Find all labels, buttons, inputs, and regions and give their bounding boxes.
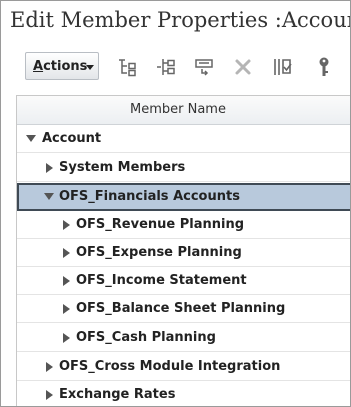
tree-row-label: OFS_Income Statement <box>76 273 247 288</box>
column-header-member-name[interactable]: Member Name <box>17 96 350 125</box>
delete-icon[interactable] <box>232 56 254 78</box>
actions-label-mnemonic: A <box>33 59 44 74</box>
add-child-icon[interactable] <box>117 56 139 78</box>
expand-triangle-icon[interactable] <box>63 220 70 230</box>
tree-row-exchange-rates[interactable]: Exchange Rates <box>17 381 350 406</box>
tree-row-label: OFS_Expense Planning <box>76 245 242 260</box>
expand-triangle-icon[interactable] <box>63 333 70 343</box>
expand-triangle-icon[interactable] <box>63 248 70 258</box>
key-icon[interactable] <box>313 56 335 78</box>
tree-row-ofs-cross-module-integration[interactable]: OFS_Cross Module Integration <box>17 353 350 381</box>
tree-row-label: OFS_Financials Accounts <box>59 189 240 204</box>
tree-row-ofs-balance-sheet-planning[interactable]: OFS_Balance Sheet Planning <box>17 295 350 323</box>
tree-row-ofs-financials-accounts[interactable]: OFS_Financials Accounts <box>17 183 350 211</box>
tree-row-label: OFS_Cross Module Integration <box>59 359 281 374</box>
actions-menu-button[interactable]: Actions <box>25 52 99 80</box>
column-header-label: Member Name <box>130 102 226 117</box>
tree-row-account[interactable]: Account <box>17 125 350 153</box>
tree-row-label: Account <box>42 131 102 146</box>
tree-row-label: Exchange Rates <box>59 387 176 402</box>
expand-triangle-icon[interactable] <box>46 163 53 173</box>
chevron-down-icon <box>86 65 94 70</box>
collapse-triangle-icon[interactable] <box>44 193 54 200</box>
tree-row-label: OFS_Balance Sheet Planning <box>76 301 286 316</box>
add-sibling-icon[interactable] <box>155 56 177 78</box>
expand-triangle-icon[interactable] <box>63 276 70 286</box>
tree-row-ofs-revenue-planning[interactable]: OFS_Revenue Planning <box>17 211 350 239</box>
tree-row-ofs-expense-planning[interactable]: OFS_Expense Planning <box>17 239 350 267</box>
page-title: Edit Member Properties :Account <box>10 8 351 32</box>
tree-row-label: System Members <box>59 160 186 175</box>
expand-triangle-icon[interactable] <box>63 304 70 314</box>
actions-label-rest: ctions <box>43 59 88 74</box>
actions-label: Actions <box>33 59 87 74</box>
expand-triangle-icon[interactable] <box>46 362 53 372</box>
tree-row-ofs-income-statement[interactable]: OFS_Income Statement <box>17 267 350 295</box>
collapse-triangle-icon[interactable] <box>26 135 36 142</box>
tree-row-ofs-cash-planning[interactable]: OFS_Cash Planning <box>17 324 350 352</box>
tree-row-label: OFS_Revenue Planning <box>76 217 245 232</box>
member-grid: Member Name Account System Members OFS_F… <box>16 95 350 406</box>
validate-icon[interactable] <box>272 56 294 78</box>
tree-row-system-members[interactable]: System Members <box>17 154 350 182</box>
expand-triangle-icon[interactable] <box>46 390 53 400</box>
move-icon[interactable] <box>193 56 215 78</box>
edit-member-properties-dialog: Edit Member Properties :Account Actions <box>0 0 351 407</box>
tree-row-label: OFS_Cash Planning <box>76 330 216 345</box>
